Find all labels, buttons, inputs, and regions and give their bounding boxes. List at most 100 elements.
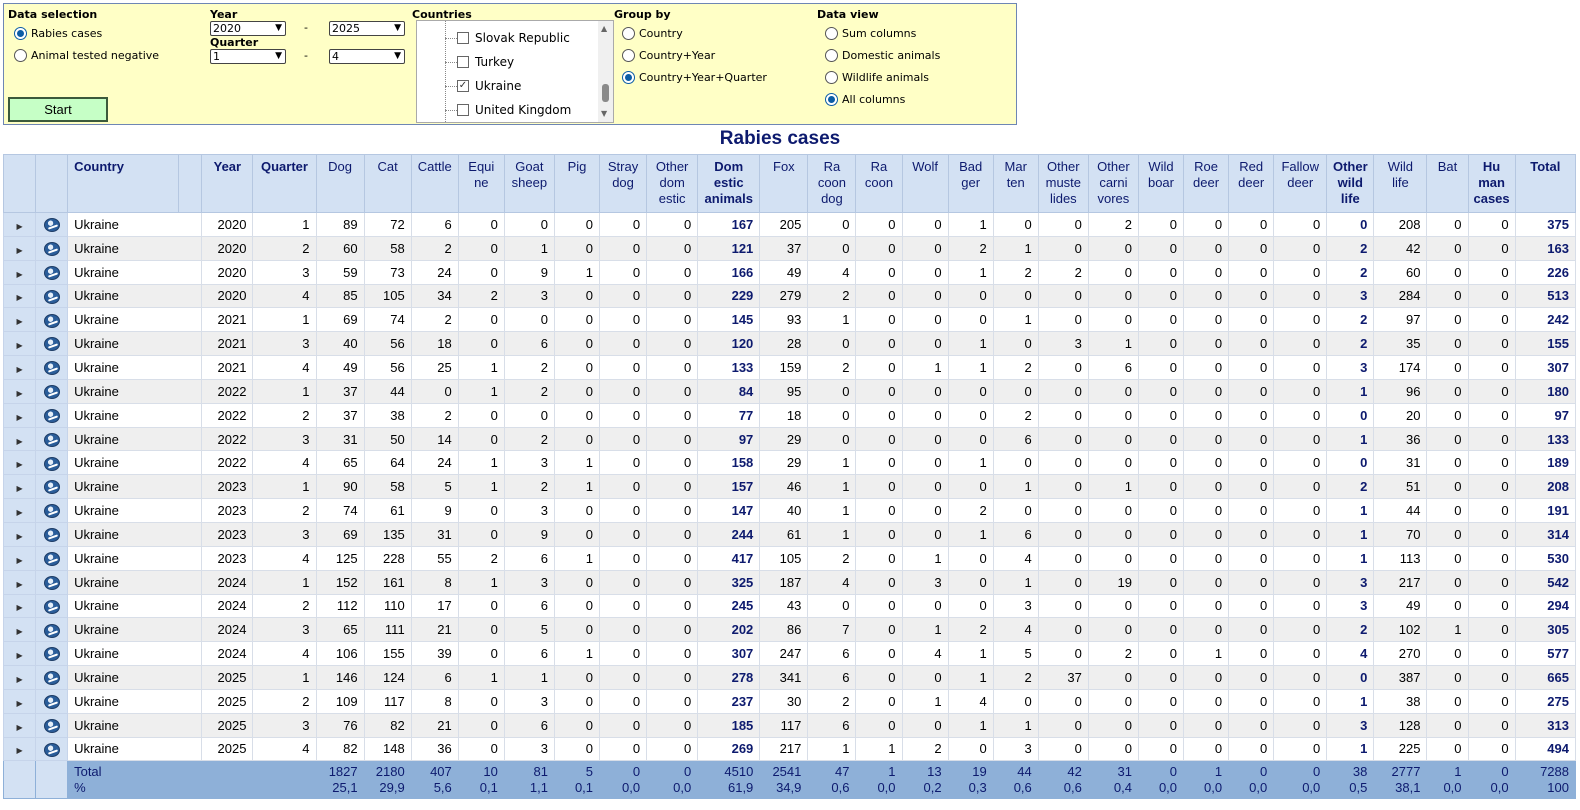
expand-arrow-icon[interactable]: ▶ — [16, 270, 22, 279]
header-roedeer[interactable]: Roe deer — [1183, 154, 1230, 213]
expand-arrow-icon[interactable]: ▶ — [16, 341, 22, 350]
row-expand-cell[interactable]: ▶ — [2, 259, 37, 285]
radio-unselected-icon[interactable] — [622, 27, 635, 40]
expand-arrow-icon[interactable]: ▶ — [16, 556, 22, 565]
row-expand-cell[interactable]: ▶ — [2, 521, 37, 547]
globe-icon[interactable] — [43, 623, 60, 638]
expand-arrow-icon[interactable]: ▶ — [16, 651, 22, 660]
row-expand-cell[interactable]: ▶ — [2, 212, 37, 237]
globe-icon[interactable] — [43, 647, 60, 662]
globe-icon[interactable] — [43, 313, 60, 328]
expand-arrow-icon[interactable]: ▶ — [16, 627, 22, 636]
header-straydog[interactable]: Stray dog — [599, 154, 648, 213]
checkbox[interactable] — [457, 56, 469, 68]
header-pig[interactable]: Pig — [553, 154, 601, 213]
expand-arrow-icon[interactable]: ▶ — [16, 413, 22, 422]
quarter-to-select[interactable]: 4 ▼ — [329, 49, 405, 64]
header-total[interactable]: Total — [1514, 154, 1577, 213]
globe-icon[interactable] — [43, 242, 60, 257]
scroll-thumb[interactable] — [602, 84, 609, 102]
row-globe-cell[interactable] — [35, 688, 69, 714]
row-globe-cell[interactable] — [35, 617, 69, 643]
header-fallowdeer[interactable]: Fallow deer — [1273, 154, 1328, 213]
radio-group-country-year-quarter[interactable]: Country+Year+Quarter — [622, 71, 767, 84]
expand-arrow-icon[interactable]: ▶ — [16, 437, 22, 446]
row-globe-cell[interactable] — [35, 355, 69, 380]
globe-icon[interactable] — [43, 718, 60, 733]
globe-icon[interactable] — [43, 671, 60, 686]
expand-arrow-icon[interactable]: ▶ — [16, 222, 22, 231]
expand-arrow-icon[interactable]: ▶ — [16, 723, 22, 732]
header-cat[interactable]: Cat — [363, 154, 412, 213]
globe-icon[interactable] — [43, 289, 60, 304]
header-humancases[interactable]: Hu man cases — [1467, 154, 1516, 213]
header-goatsheep[interactable]: Goat sheep — [503, 154, 555, 213]
row-expand-cell[interactable]: ▶ — [2, 331, 37, 357]
countries-tree[interactable]: Slovak Republic Turkey ✓ Ukraine United … — [416, 20, 614, 123]
row-globe-cell[interactable] — [35, 450, 69, 476]
radio-selected-icon[interactable] — [14, 27, 27, 40]
globe-icon[interactable] — [43, 265, 60, 280]
country-item-ukraine[interactable]: ✓ Ukraine — [457, 79, 521, 93]
country-item-united-kingdom[interactable]: United Kingdom — [457, 103, 571, 117]
year-from-select[interactable]: 2020 ▼ — [210, 21, 286, 36]
globe-icon[interactable] — [43, 504, 60, 519]
globe-icon[interactable] — [43, 385, 60, 400]
row-expand-cell[interactable]: ▶ — [2, 498, 37, 523]
row-globe-cell[interactable] — [35, 307, 69, 333]
row-globe-cell[interactable] — [35, 235, 69, 261]
expand-arrow-icon[interactable]: ▶ — [16, 532, 22, 541]
start-button[interactable]: Start — [8, 97, 108, 122]
row-globe-cell[interactable] — [35, 259, 69, 285]
checkbox[interactable] — [457, 104, 469, 116]
row-expand-cell[interactable]: ▶ — [2, 402, 37, 428]
radio-group-country-year[interactable]: Country+Year — [622, 49, 715, 62]
header-equine[interactable]: Equi ne — [457, 154, 505, 213]
radio-animal-tested-negative[interactable]: Animal tested negative — [14, 49, 159, 62]
scroll-down-icon[interactable]: ▼ — [601, 109, 607, 118]
scroll-up-icon[interactable]: ▲ — [601, 24, 607, 33]
countries-scrollbar[interactable]: ▲ ▼ — [598, 21, 613, 122]
header-otherdomestic[interactable]: Other dom estic — [646, 154, 699, 213]
header-wildlife[interactable]: Wild life — [1373, 154, 1428, 213]
row-expand-cell[interactable]: ▶ — [2, 307, 37, 333]
globe-icon[interactable] — [43, 456, 60, 471]
globe-icon[interactable] — [43, 361, 60, 376]
row-globe-cell[interactable] — [35, 593, 69, 619]
row-expand-cell[interactable]: ▶ — [2, 688, 37, 714]
expand-arrow-icon[interactable]: ▶ — [16, 484, 22, 493]
country-item-slovak-republic[interactable]: Slovak Republic — [457, 31, 570, 45]
globe-icon[interactable] — [43, 218, 60, 233]
globe-icon[interactable] — [43, 528, 60, 543]
header-racoondog[interactable]: Ra coon dog — [807, 154, 857, 213]
radio-sum-columns[interactable]: Sum columns — [825, 27, 916, 40]
row-globe-cell[interactable] — [35, 736, 69, 762]
expand-arrow-icon[interactable]: ▶ — [16, 699, 22, 708]
row-expand-cell[interactable]: ▶ — [2, 450, 37, 476]
header-othermustelides[interactable]: Other muste lides — [1037, 154, 1089, 213]
year-to-select[interactable]: 2025 ▼ — [329, 21, 405, 36]
row-expand-cell[interactable]: ▶ — [2, 617, 37, 643]
row-expand-cell[interactable]: ▶ — [2, 235, 37, 261]
header-wolf[interactable]: Wolf — [901, 154, 949, 213]
globe-icon[interactable] — [43, 552, 60, 567]
globe-icon[interactable] — [43, 599, 60, 614]
radio-unselected-icon[interactable] — [825, 49, 838, 62]
header-racoon[interactable]: Ra coon — [855, 154, 903, 213]
row-expand-cell[interactable]: ▶ — [2, 569, 37, 595]
expand-arrow-icon[interactable]: ▶ — [16, 365, 22, 374]
radio-domestic-animals[interactable]: Domestic animals — [825, 49, 940, 62]
header-marten[interactable]: Mar ten — [992, 154, 1039, 213]
expand-arrow-icon[interactable]: ▶ — [16, 603, 22, 612]
header-dog[interactable]: Dog — [315, 154, 365, 213]
expand-arrow-icon[interactable]: ▶ — [16, 389, 22, 398]
row-expand-cell[interactable]: ▶ — [2, 545, 37, 571]
expand-arrow-icon[interactable]: ▶ — [16, 317, 22, 326]
expand-arrow-icon[interactable]: ▶ — [16, 293, 22, 302]
radio-all-columns[interactable]: All columns — [825, 93, 905, 106]
expand-arrow-icon[interactable]: ▶ — [16, 508, 22, 517]
row-expand-cell[interactable]: ▶ — [2, 736, 37, 762]
radio-selected-icon[interactable] — [622, 71, 635, 84]
radio-selected-icon[interactable] — [825, 93, 838, 106]
expand-arrow-icon[interactable]: ▶ — [16, 580, 22, 589]
